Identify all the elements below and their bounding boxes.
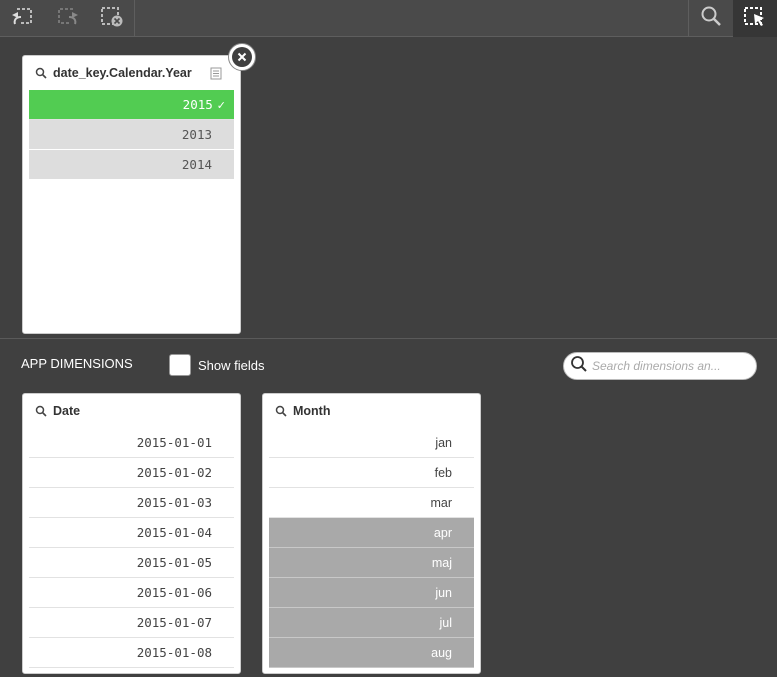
search-icon (700, 5, 722, 32)
list-item-value: 2015-01-05 (136, 555, 212, 570)
dimension-search-input[interactable] (592, 359, 742, 373)
list-item-value: 2015-01-07 (136, 615, 212, 630)
list-item[interactable]: feb (269, 458, 474, 488)
show-fields-toggle[interactable]: Show fields (169, 353, 264, 377)
list-item-value: jan (435, 436, 452, 450)
search-icon[interactable] (35, 405, 47, 417)
step-back-icon (9, 5, 35, 32)
list-item[interactable]: 2015-01-06 (29, 578, 234, 608)
list-item-value: 2013 (181, 127, 212, 142)
selections-tool-icon (742, 5, 768, 32)
list-item[interactable]: aug (269, 638, 474, 668)
list-item-value: aug (431, 646, 452, 660)
list-item-value: feb (434, 466, 452, 480)
list-item-value: 2015-01-03 (136, 495, 212, 510)
list-item[interactable]: 2015 ✓ (29, 90, 234, 120)
list-item[interactable]: 2015-01-04 (29, 518, 234, 548)
search-icon[interactable] (35, 67, 47, 79)
clear-all-selections-icon (99, 5, 125, 32)
month-listbox-header[interactable]: Month (263, 394, 480, 428)
year-listbox: date_key.Calendar.Year 2015 ✓ 2013 2014 (22, 55, 241, 334)
list-item[interactable]: apr (269, 518, 474, 548)
dimension-search-box[interactable] (563, 352, 757, 380)
list-item-value: 2014 (181, 157, 212, 172)
list-item[interactable]: 2015-01-03 (29, 488, 234, 518)
list-item[interactable]: 2014 (29, 150, 234, 180)
list-item-value: maj (431, 556, 452, 570)
panel-divider (0, 338, 777, 339)
list-item-value: 2015-01-08 (136, 645, 212, 660)
list-item[interactable]: 2015-01-08 (29, 638, 234, 668)
list-item[interactable]: mar (269, 488, 474, 518)
list-item-value: mar (430, 496, 452, 510)
checkmark-icon: ✓ (216, 99, 226, 112)
list-item[interactable]: jun (269, 578, 474, 608)
list-item-value: jun (435, 586, 452, 600)
list-item[interactable]: jan (269, 428, 474, 458)
list-item[interactable]: jul (269, 608, 474, 638)
list-item-value: 2015-01-01 (136, 435, 212, 450)
year-listbox-title: date_key.Calendar.Year (53, 66, 192, 80)
list-item-value: apr (433, 526, 452, 540)
list-item[interactable]: 2015-01-01 (29, 428, 234, 458)
search-icon (570, 355, 588, 378)
date-listbox-header[interactable]: Date (23, 394, 240, 428)
list-icon[interactable] (210, 67, 222, 83)
list-item[interactable]: 2015-01-05 (29, 548, 234, 578)
list-item[interactable]: 2013 (29, 120, 234, 150)
list-item-value: 2015-01-04 (136, 525, 212, 540)
list-item[interactable]: 2015-01-07 (29, 608, 234, 638)
show-fields-label: Show fields (198, 357, 265, 373)
list-item-value: jul (439, 616, 452, 630)
selections-tool-button[interactable] (733, 0, 777, 37)
app-dimensions-heading: APP DIMENSIONS (21, 356, 133, 371)
date-listbox: Date 2015-01-01 2015-01-02 2015-01-03 2015-… (22, 393, 241, 674)
show-fields-checkbox[interactable] (169, 354, 191, 376)
search-button[interactable] (689, 0, 733, 37)
toolbar (0, 0, 777, 37)
list-item[interactable]: 2015-01-02 (29, 458, 234, 488)
list-item-value: 2015-01-06 (136, 585, 212, 600)
list-item-value: 2015 (182, 97, 213, 112)
year-listbox-header[interactable]: date_key.Calendar.Year (23, 56, 240, 90)
search-icon[interactable] (275, 405, 287, 417)
list-item[interactable]: maj (269, 548, 474, 578)
step-forward-button[interactable] (46, 0, 90, 37)
month-listbox-title: Month (293, 404, 331, 418)
step-forward-icon (55, 5, 81, 32)
step-back-button[interactable] (0, 0, 44, 37)
list-item-value: 2015-01-02 (136, 465, 212, 480)
close-icon (232, 47, 252, 67)
close-listbox-button[interactable] (228, 43, 256, 71)
month-listbox: Month jan feb mar apr maj jun jul aug (262, 393, 481, 674)
date-listbox-title: Date (53, 404, 81, 418)
clear-all-selections-button[interactable] (90, 0, 134, 37)
